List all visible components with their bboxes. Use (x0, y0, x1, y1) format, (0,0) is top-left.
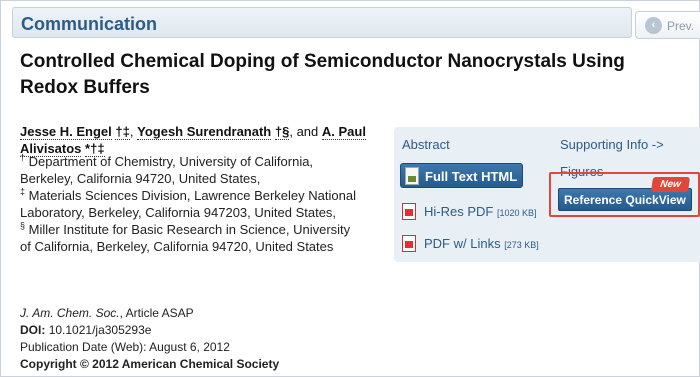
chevron-left-icon: ‹ (645, 17, 662, 34)
author-link[interactable]: Yogesh Surendranath (137, 124, 272, 140)
author-separator: , (129, 124, 134, 139)
pdf-links-size: [273 KB] (504, 240, 539, 250)
affiliations: † Department of Chemistry, University of… (20, 153, 360, 255)
pdf-links-label: PDF w/ Links (424, 236, 501, 251)
supporting-info-link[interactable]: Supporting Info -> (560, 137, 664, 152)
affiliation-item: ‡ Materials Sciences Division, Lawrence … (20, 186, 356, 220)
citation-info: J. Am. Chem. Soc., Article ASAP DOI: 10.… (20, 305, 279, 373)
pdf-icon (402, 235, 416, 252)
section-title: Communication (21, 14, 158, 34)
author-marks: †§ (274, 124, 290, 140)
doi-label: DOI: (20, 323, 46, 337)
reference-quickview-highlight: Reference QuickView New (549, 172, 700, 217)
copyright: Copyright © 2012 American Chemical Socie… (20, 357, 280, 371)
abstract-link[interactable]: Abstract (402, 137, 450, 152)
hi-res-pdf-size: [1020 KB] (496, 208, 537, 218)
author-list: Jesse H. Engel †‡, Yogesh Surendranath †… (20, 123, 370, 157)
affiliation-item: † Department of Chemistry, University of… (20, 152, 314, 186)
article-status: , Article ASAP (119, 306, 194, 320)
author-marks: †‡ (115, 124, 130, 140)
journal-line: J. Am. Chem. Soc., Article ASAP (20, 305, 279, 322)
article-title: Controlled Chemical Doping of Semiconduc… (20, 51, 625, 98)
pdf-icon (402, 203, 416, 220)
author-separator: , and (289, 124, 319, 139)
hi-res-pdf-label: Hi-Res PDF (424, 204, 494, 219)
author-link[interactable]: Jesse H. Engel (20, 124, 112, 140)
journal-name: J. Am. Chem. Soc. (20, 306, 120, 320)
new-badge: New (650, 177, 691, 192)
reference-quickview-label: Reference QuickView (564, 193, 686, 207)
doi-value: 10.1021/ja305293e (48, 323, 152, 337)
prev-button[interactable]: ‹ Prev. (635, 11, 700, 39)
publication-date: Publication Date (Web): August 6, 2012 (20, 340, 230, 354)
section-header-bar: Communication (12, 7, 632, 38)
article-page: Communication ‹ Prev. Controlled Chemica… (0, 0, 700, 377)
full-text-label: Full Text HTML (425, 169, 518, 184)
document-icon (405, 167, 419, 185)
full-text-html-button[interactable]: Full Text HTML (400, 163, 523, 188)
prev-label: Prev. (667, 19, 695, 33)
doi-line: DOI: 10.1021/ja305293e (20, 322, 279, 339)
affiliation-item: § Miller Institute for Basic Research in… (20, 220, 351, 254)
